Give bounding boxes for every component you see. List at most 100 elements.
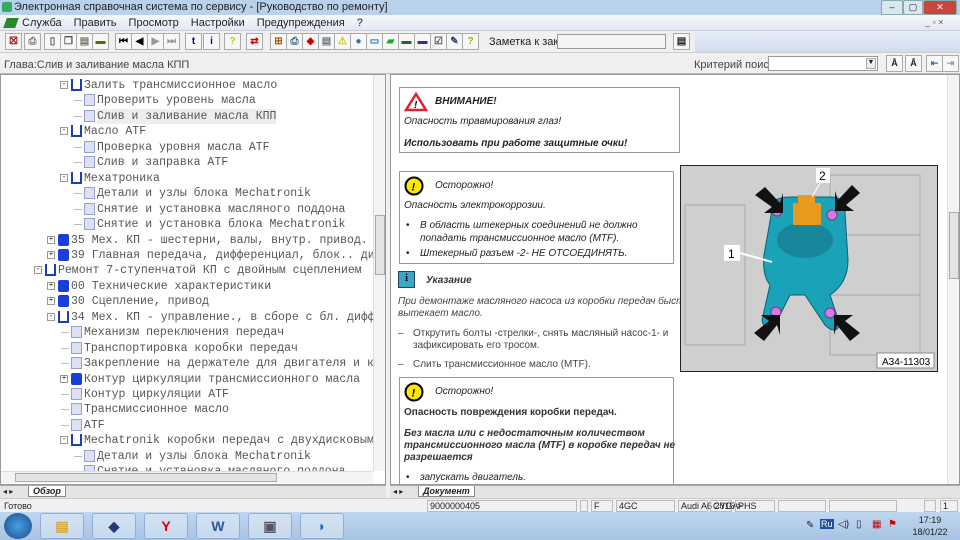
collapse-icon[interactable]: - <box>60 173 68 182</box>
clock-date[interactable]: 18/01/22 <box>908 527 952 537</box>
tree-item[interactable]: +00 Технические характеристики <box>1 279 373 294</box>
clock-time[interactable]: 17:19 <box>913 515 947 525</box>
copy-icon[interactable]: ❐ <box>60 33 77 50</box>
tree-item[interactable]: - 34 Мех. КП - управление., в сборе с бл.… <box>1 310 375 325</box>
tree-item[interactable]: + Контур циркуляции трансмиссионного масл… <box>1 372 373 387</box>
network-icon[interactable]: ▦ <box>872 519 881 530</box>
tree-hscroll-thumb[interactable] <box>15 473 277 482</box>
back-icon[interactable]: t <box>185 33 202 50</box>
collapse-icon[interactable]: - <box>34 266 42 275</box>
tab-overview[interactable]: Обзор <box>28 486 66 497</box>
find-icon[interactable]: Å <box>886 55 903 72</box>
volume-icon[interactable]: ◁) <box>838 519 849 530</box>
book-icon[interactable]: ◆ <box>302 33 319 50</box>
expand-icon[interactable]: + <box>60 374 68 383</box>
tools-icon[interactable]: ✎ <box>446 33 463 50</box>
order-note-button[interactable]: ▤ <box>673 33 690 50</box>
tree-item[interactable]: Детали и узлы блока Mechatronik <box>1 186 373 201</box>
prev-icon[interactable]: ◀ <box>131 33 148 50</box>
swap-icon[interactable]: ⇄ <box>246 33 263 50</box>
truck-icon[interactable]: ▬ <box>414 33 431 50</box>
find-next-icon[interactable]: Å <box>905 55 922 72</box>
expand-icon[interactable]: + <box>47 235 55 244</box>
expand-icon[interactable]: + <box>47 250 55 259</box>
expand-icon[interactable]: + <box>47 281 55 290</box>
expand-icon[interactable]: + <box>47 297 55 306</box>
warning-icon[interactable]: ⚠ <box>334 33 351 50</box>
tree-item[interactable]: Трансмиссионное масло <box>1 402 373 417</box>
page-icon[interactable]: ▤ <box>318 33 335 50</box>
tree-item[interactable]: Снятие и установка масляного поддона <box>1 202 373 217</box>
menu-3[interactable]: Настройки <box>191 17 245 29</box>
tree-item[interactable]: Проверить уровень масла <box>1 93 373 108</box>
car2-icon[interactable]: ▬ <box>398 33 415 50</box>
tree-item[interactable]: Снятие и установка блока Mechatronik <box>1 217 373 232</box>
help2-icon[interactable]: ? <box>462 33 479 50</box>
collapse-icon[interactable]: - <box>60 127 68 136</box>
tree-item[interactable]: Слив и заливание масла КПП <box>1 108 373 124</box>
tree-item[interactable]: +39 Главная передача, дифференциал, блок… <box>1 248 382 263</box>
first-icon[interactable]: ⏮ <box>115 33 132 50</box>
tab-scroll-arrows[interactable]: ◂ ▸ <box>3 487 13 496</box>
taskbar-app-icon[interactable]: ◗ <box>300 513 344 539</box>
taskbar-yandex-icon[interactable]: Y <box>144 513 188 539</box>
new-icon[interactable]: ▯ <box>44 33 61 50</box>
info-icon[interactable]: i <box>203 33 220 50</box>
grid-icon[interactable]: ⊞ <box>270 33 287 50</box>
tree-item[interactable]: - Ремонт 7-ступенчатой КП с двойным сцепл… <box>1 263 373 278</box>
taskbar-virtualbox-icon[interactable]: ◆ <box>92 513 136 539</box>
tree-item[interactable]: ATF <box>1 418 373 433</box>
paste-icon[interactable]: ▤ <box>76 33 93 50</box>
print2-icon[interactable]: ⎙ <box>286 33 303 50</box>
collapse-icon[interactable]: - <box>60 436 68 445</box>
close-button[interactable]: ✕ <box>923 0 957 15</box>
menu-1[interactable]: Править <box>74 17 117 29</box>
help-icon[interactable]: ? <box>224 33 241 50</box>
tree-item[interactable]: +35 Мех. КП - шестерни, валы, внутр. при… <box>1 233 373 248</box>
edit-icon[interactable]: ▰ <box>382 33 399 50</box>
next-icon[interactable]: ▶ <box>147 33 164 50</box>
tree-horizontal-scrollbar[interactable] <box>1 471 373 483</box>
collapse-icon[interactable]: - <box>60 81 68 89</box>
collapse-icon[interactable]: - <box>47 312 55 321</box>
tab-scroll-arrows[interactable]: ◂ ▸ <box>393 487 403 496</box>
search-criteria-dropdown[interactable]: ▼ <box>768 56 878 71</box>
document-vertical-scrollbar[interactable] <box>947 75 959 484</box>
go-prev-icon[interactable]: ⇤ <box>926 55 943 72</box>
document-scroll-thumb[interactable] <box>949 212 959 279</box>
tree-item[interactable]: Транспортировка коробки передач <box>1 341 373 356</box>
language-indicator[interactable]: Ru <box>820 519 834 529</box>
start-button[interactable] <box>4 513 32 539</box>
tree-item[interactable]: Закрепление на держателе для двигателя и… <box>1 356 374 371</box>
menu-0[interactable]: Служба <box>22 17 62 29</box>
taskbar-elsa-icon[interactable]: ▣ <box>248 513 292 539</box>
exit-icon[interactable]: ☒ <box>5 33 22 50</box>
maximize-button[interactable]: ▢ <box>903 0 923 15</box>
tree-item[interactable]: - Мехатроника <box>1 171 373 186</box>
chevron-down-icon[interactable]: ▼ <box>866 58 876 69</box>
menu-5[interactable]: ? <box>357 17 363 29</box>
device-icon[interactable]: ▯ <box>856 519 862 530</box>
order-note-input[interactable] <box>557 34 666 49</box>
tree-item[interactable]: Контур циркуляции ATF <box>1 387 373 402</box>
tree-item[interactable]: Детали и узлы блока Mechatronik <box>1 449 373 464</box>
tree-item[interactable]: +30 Сцепление, привод <box>1 294 373 309</box>
taskbar-word-icon[interactable]: W <box>196 513 240 539</box>
tree-vertical-scrollbar[interactable] <box>373 75 385 471</box>
app-menu-icon[interactable] <box>3 18 19 28</box>
tree-item[interactable]: Проверка уровня масла ATF <box>1 140 373 155</box>
flag-icon[interactable]: ⚑ <box>888 519 897 530</box>
tab-document[interactable]: Документ <box>418 486 475 497</box>
menu-4[interactable]: Предупреждения <box>257 17 345 29</box>
menu-2[interactable]: Просмотр <box>129 17 179 29</box>
tree-item[interactable]: - Масло ATF <box>1 124 373 139</box>
go-next-icon[interactable]: ⇥ <box>942 55 959 72</box>
tree-item[interactable]: Механизм переключения передач <box>1 325 373 340</box>
minimize-button[interactable]: – <box>881 0 903 15</box>
taskbar-explorer-icon[interactable]: ▤ <box>40 513 84 539</box>
check-icon[interactable]: ☑ <box>430 33 447 50</box>
globe-icon[interactable]: ● <box>350 33 367 50</box>
car-icon[interactable]: ▬ <box>92 33 109 50</box>
tree-item[interactable]: - Залить трансмиссионное масло <box>1 78 373 93</box>
tray-icons[interactable]: ✎ <box>806 520 814 531</box>
